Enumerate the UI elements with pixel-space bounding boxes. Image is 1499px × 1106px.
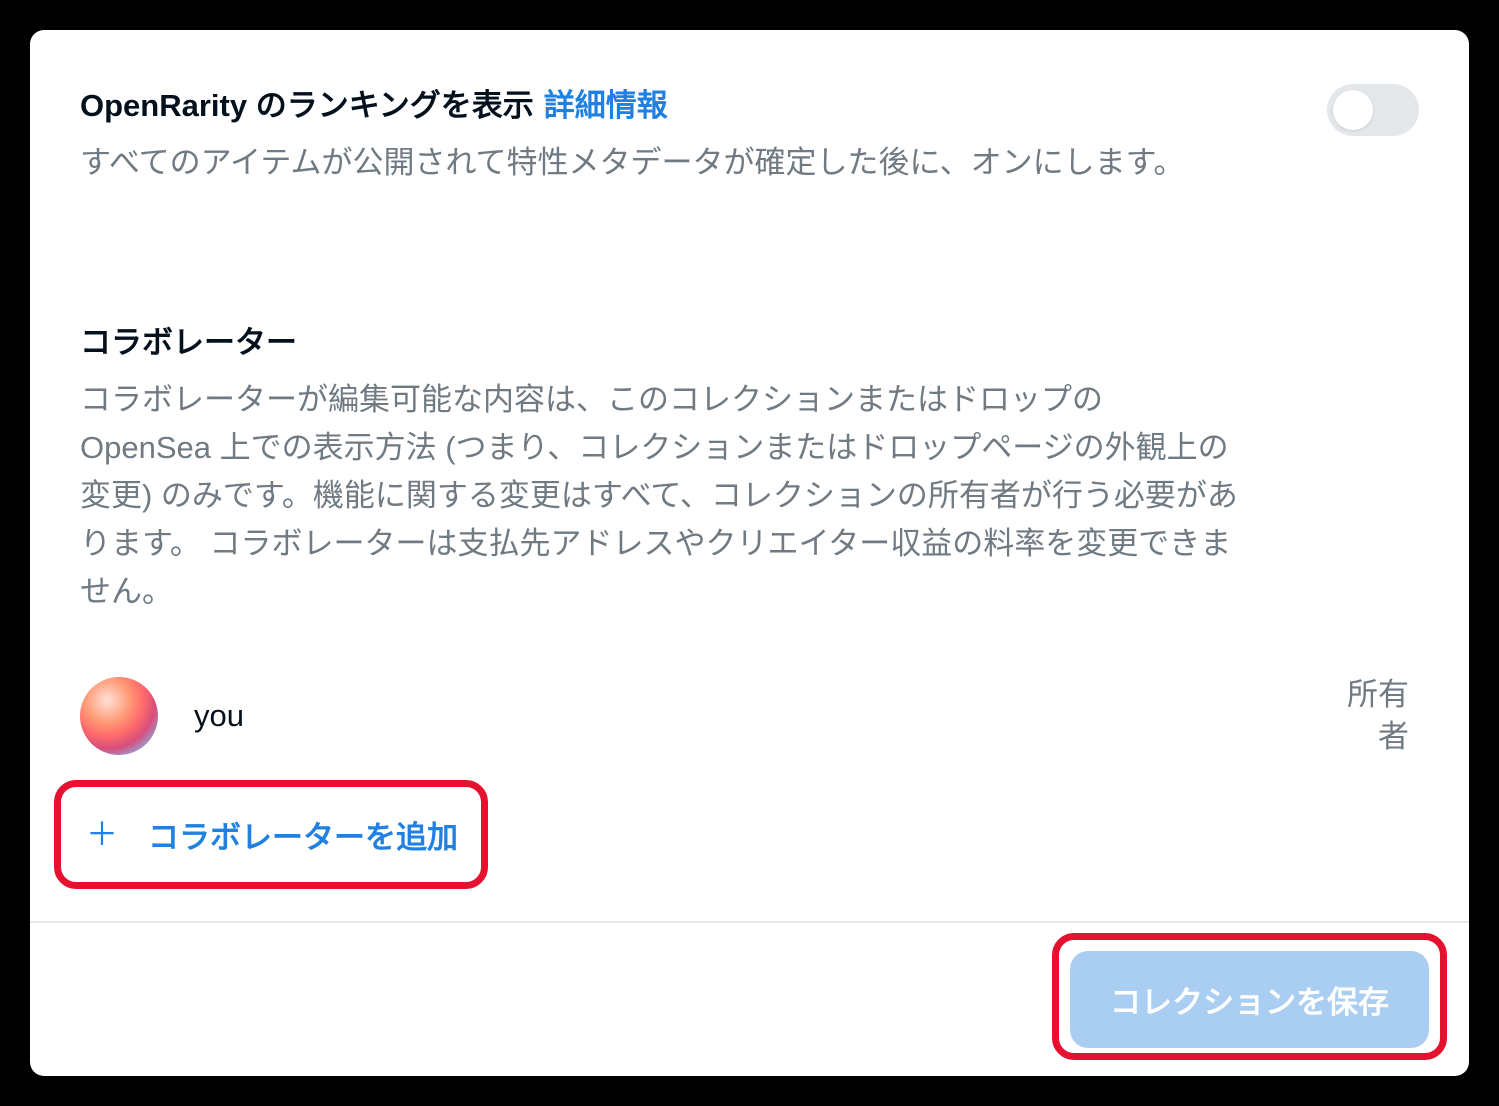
openrarity-title-row: OpenRarity のランキングを表示 詳細情報 bbox=[80, 80, 1185, 125]
openrarity-title: OpenRarity のランキングを表示 bbox=[80, 80, 534, 125]
plus-icon: ＋ bbox=[86, 818, 118, 850]
openrarity-toggle[interactable] bbox=[1327, 84, 1419, 136]
add-collaborator-button[interactable]: ＋ コラボレーターを追加 bbox=[80, 804, 464, 865]
collaborator-role: 所有者 bbox=[1329, 674, 1409, 758]
collaborators-description: コラボレーターが編集可能な内容は、このコレクションまたはドロップの OpenSe… bbox=[80, 376, 1240, 616]
panel-content: OpenRarity のランキングを表示 詳細情報 すべてのアイテムが公開されて… bbox=[30, 30, 1469, 865]
openrarity-description: すべてのアイテムが公開されて特性メタデータが確定した後に、オンにします。 bbox=[80, 139, 1185, 187]
collaborators-title: コラボレーター bbox=[80, 317, 1419, 362]
settings-panel: OpenRarity のランキングを表示 詳細情報 すべてのアイテムが公開されて… bbox=[30, 30, 1469, 1076]
collaborator-name: you bbox=[194, 698, 244, 734]
save-collection-button[interactable]: コレクションを保存 bbox=[1070, 951, 1429, 1048]
save-wrap: コレクションを保存 bbox=[1070, 951, 1429, 1048]
openrarity-section: OpenRarity のランキングを表示 詳細情報 すべてのアイテムが公開されて… bbox=[80, 80, 1419, 187]
add-collaborator-wrap: ＋ コラボレーターを追加 bbox=[80, 804, 464, 865]
avatar bbox=[80, 677, 158, 755]
footer: コレクションを保存 bbox=[30, 921, 1469, 1076]
openrarity-text: OpenRarity のランキングを表示 詳細情報 すべてのアイテムが公開されて… bbox=[80, 80, 1185, 187]
collaborator-left: you bbox=[80, 677, 244, 755]
openrarity-details-link[interactable]: 詳細情報 bbox=[544, 80, 668, 125]
collaborators-section: コラボレーター コラボレーターが編集可能な内容は、このコレクションまたはドロップ… bbox=[80, 317, 1419, 865]
add-collaborator-label: コラボレーターを追加 bbox=[148, 812, 458, 857]
collaborator-row: you 所有者 bbox=[80, 674, 1419, 758]
